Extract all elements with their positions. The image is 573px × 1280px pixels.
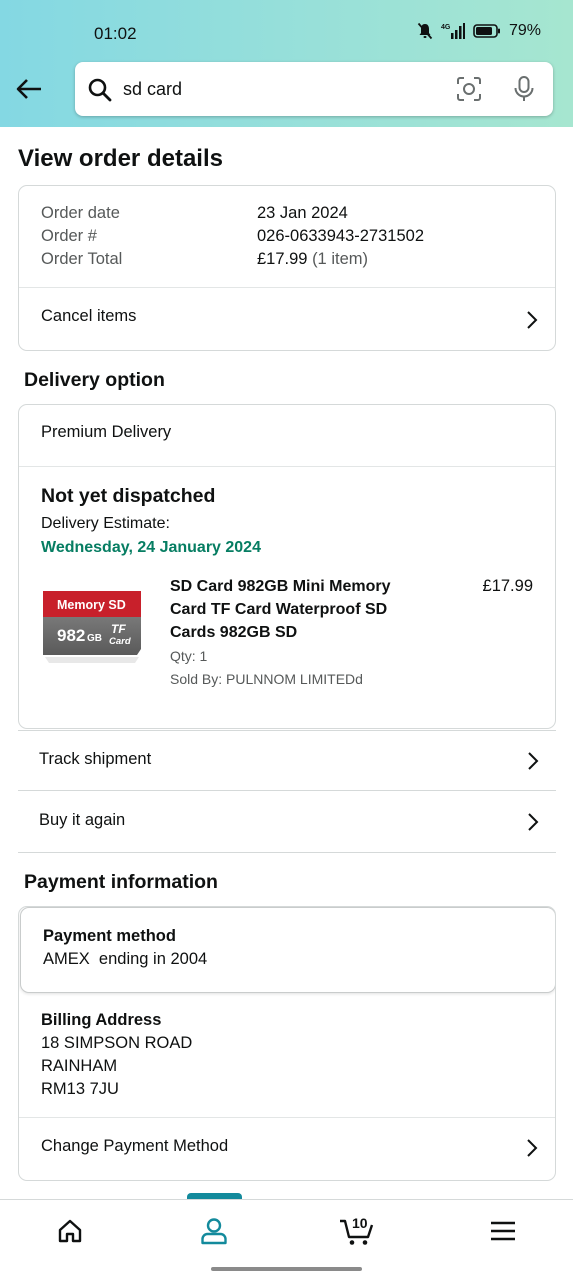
microphone-icon[interactable]: [511, 75, 537, 103]
billing-address-line-2: RAINHAM: [41, 1057, 118, 1075]
status-time: 01:02: [94, 24, 137, 43]
nav-cart[interactable]: [307, 1200, 407, 1262]
delivery-estimate-date: Wednesday, 24 January 2024: [41, 539, 261, 556]
camera-search-icon[interactable]: [456, 76, 482, 102]
change-payment-method-row[interactable]: Change Payment Method: [19, 1118, 555, 1180]
search-query: sd card: [123, 79, 183, 99]
chevron-right-icon: [527, 1139, 538, 1157]
bottom-navigation: [0, 1199, 573, 1261]
order-total-label: Order Total: [41, 250, 123, 268]
delivery-estimate-label: Delivery Estimate:: [41, 515, 170, 532]
product-seller: Sold By: PULNNOM LIMITEDd: [170, 671, 363, 687]
product-image-capacity: 982: [57, 626, 85, 645]
nav-menu[interactable]: [453, 1200, 553, 1262]
product-title[interactable]: SD Card 982GB Mini Memory Card TF Card W…: [170, 575, 415, 644]
order-total-value: £17.99 (1 item): [257, 250, 368, 269]
delivery-card: Premium Delivery Not yet dispatched Deli…: [18, 404, 556, 729]
product-image-unit: GB: [87, 633, 102, 644]
payment-method-box[interactable]: Payment method AMEX ending in 2004: [20, 907, 555, 993]
svg-text:4G: 4G: [441, 24, 451, 31]
user-icon: [201, 1218, 227, 1245]
home-indicator[interactable]: [211, 1267, 362, 1271]
search-input[interactable]: sd card: [75, 62, 553, 116]
buy-again-row[interactable]: Buy it again: [18, 792, 556, 853]
cancel-items-label: Cancel items: [41, 307, 137, 325]
battery-level: 79%: [508, 22, 541, 39]
app-header: 01:02 4G 79% sd card: [0, 0, 573, 127]
product-price: £17.99: [482, 577, 533, 595]
chevron-right-icon: [528, 752, 539, 770]
battery-icon: [473, 24, 500, 38]
arrow-left-icon: [16, 79, 41, 99]
chevron-right-icon: [527, 311, 538, 329]
order-item-count: (1 item): [312, 250, 368, 268]
page-title: View order details: [18, 145, 223, 172]
search-icon: [88, 78, 112, 102]
delivery-option-label: Premium Delivery: [41, 423, 172, 441]
status-icons: 4G 79%: [417, 22, 541, 40]
divider: [19, 466, 555, 467]
order-summary-card: Order date 23 Jan 2024 Order # 026-06339…: [18, 185, 556, 351]
change-payment-method-label: Change Payment Method: [41, 1137, 229, 1155]
nav-home[interactable]: [20, 1200, 120, 1262]
payment-section-title: Payment information: [24, 871, 218, 893]
buy-again-label: Buy it again: [39, 811, 126, 829]
mute-icon: [417, 22, 433, 40]
chevron-right-icon: [528, 813, 539, 831]
cancel-items-row[interactable]: Cancel items: [19, 288, 555, 350]
payment-card: Payment method AMEX ending in 2004 Billi…: [18, 906, 556, 1181]
order-number-value: 026-0633943-2731502: [257, 227, 424, 245]
nav-account[interactable]: [164, 1200, 264, 1262]
product-image[interactable]: Memory SD 982 GB TF Card: [41, 589, 143, 671]
hamburger-menu-icon: [491, 1221, 515, 1241]
order-total-amount: £17.99: [257, 250, 308, 268]
cart-count-badge: 10: [352, 1215, 368, 1231]
billing-address-line-3: RM13 7JU: [41, 1080, 119, 1098]
shipment-status: Not yet dispatched: [41, 485, 216, 507]
product-image-tf: TF: [111, 622, 126, 636]
order-date-value: 23 Jan 2024: [257, 204, 348, 222]
order-date-label: Order date: [41, 204, 120, 222]
payment-method-value: AMEX ending in 2004: [43, 950, 208, 968]
home-icon: [58, 1219, 82, 1243]
delivery-section-title: Delivery option: [24, 369, 165, 391]
track-shipment-row[interactable]: Track shipment: [18, 730, 556, 791]
product-image-label: Memory SD: [57, 598, 126, 612]
track-shipment-label: Track shipment: [39, 750, 152, 768]
order-number-label: Order #: [41, 227, 97, 245]
signal-icon: 4G: [441, 23, 465, 39]
payment-method-label: Payment method: [43, 927, 176, 945]
billing-address-line-1: 18 SIMPSON ROAD: [41, 1034, 193, 1052]
back-button[interactable]: [12, 72, 46, 106]
billing-address-label: Billing Address: [41, 1011, 162, 1029]
product-image-card: Card: [109, 636, 131, 647]
product-quantity: Qty: 1: [170, 648, 208, 664]
